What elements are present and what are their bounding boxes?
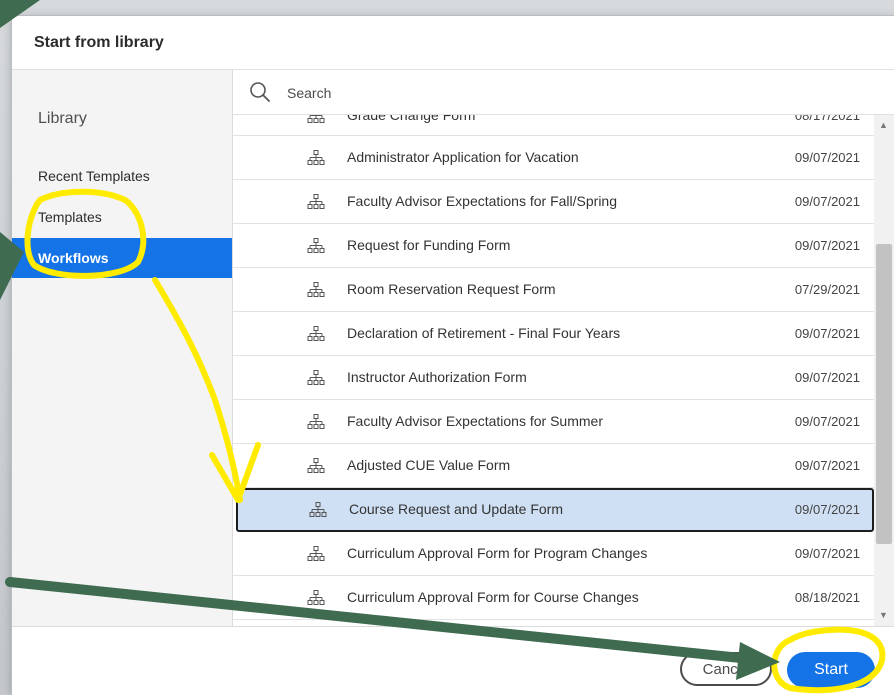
list-item-name: Instructor Authorization Form	[347, 369, 527, 385]
list-item-date: 07/29/2021	[794, 282, 860, 297]
list-item-date: 09/07/2021	[794, 370, 860, 385]
workflow-icon	[307, 114, 325, 123]
list-item-name: Declaration of Retirement - Final Four Y…	[347, 325, 621, 341]
search-bar	[233, 70, 894, 115]
list-item-name: Faculty Advisor Expectations for Fall/Sp…	[347, 193, 618, 209]
sidebar-heading: Library	[38, 110, 87, 127]
list-item-name: Room Reservation Request Form	[347, 281, 556, 297]
list-item[interactable]: Faculty Advisor Expectations for Summer …	[233, 400, 874, 444]
workflow-icon	[307, 150, 325, 165]
list-item-date: 08/17/2021	[794, 114, 860, 123]
search-icon[interactable]	[249, 81, 271, 103]
list-item-selected[interactable]: Course Request and Update Form 09/07/202…	[236, 488, 874, 532]
workflow-icon	[309, 502, 327, 517]
workflow-icon	[307, 194, 325, 209]
list-item-name: Request for Funding Form	[347, 237, 511, 253]
list-item[interactable]: Faculty Advisor Expectations for Fall/Sp…	[233, 180, 874, 224]
list-item[interactable]: Room Reservation Request Form 07/29/2021	[233, 268, 874, 312]
dialog-header: Start from library	[12, 16, 894, 70]
workflow-icon	[307, 458, 325, 473]
workflow-list: Grade Change Form 08/17/2021 Administrat…	[233, 114, 874, 626]
dialog-footer: Cancel Start	[12, 626, 894, 695]
workflow-icon	[307, 326, 325, 341]
workflow-icon	[307, 414, 325, 429]
list-item-date: 08/18/2021	[794, 590, 860, 605]
list-item-date: 09/07/2021	[794, 326, 860, 341]
list-item[interactable]: Curriculum Approval Form for Course Chan…	[233, 576, 874, 620]
library-content: Grade Change Form 08/17/2021 Administrat…	[233, 70, 894, 626]
list-item-date: 09/07/2021	[794, 458, 860, 473]
scroll-thumb[interactable]	[876, 244, 892, 544]
list-scrollbar[interactable]: ▲ ▼	[874, 114, 894, 626]
scroll-down-arrow-icon[interactable]: ▼	[879, 610, 888, 620]
list-item-date: 09/07/2021	[794, 238, 860, 253]
list-item[interactable]: Declaration of Retirement - Final Four Y…	[233, 312, 874, 356]
sidebar-item-workflows[interactable]: Workflows	[12, 238, 232, 278]
dialog-title: Start from library	[34, 34, 164, 51]
list-item[interactable]: Instructor Authorization Form 09/07/2021	[233, 356, 874, 400]
start-from-library-dialog: Start from library Library Recent Templa…	[12, 16, 894, 695]
scroll-up-arrow-icon[interactable]: ▲	[879, 120, 888, 130]
sidebar-item-templates[interactable]: Templates	[12, 197, 232, 237]
list-item-name: Faculty Advisor Expectations for Summer	[347, 413, 603, 429]
start-button[interactable]: Start	[787, 652, 875, 688]
search-input[interactable]	[285, 80, 849, 106]
list-item-name: Curriculum Approval Form for Program Cha…	[347, 545, 648, 561]
workflow-icon	[307, 590, 325, 605]
list-item-name: Curriculum Approval Form for Course Chan…	[347, 589, 639, 605]
list-item[interactable]: Request for Funding Form 09/07/2021	[233, 224, 874, 268]
list-item[interactable]: Grade Change Form 08/17/2021	[233, 114, 874, 136]
workflow-icon	[307, 370, 325, 385]
list-item-date: 09/07/2021	[794, 414, 860, 429]
workflow-icon	[307, 238, 325, 253]
list-item[interactable]: Adjusted CUE Value Form 09/07/2021	[233, 444, 874, 488]
list-item-date: 09/07/2021	[794, 502, 860, 517]
list-item-name: Adjusted CUE Value Form	[347, 457, 511, 473]
list-item-date: 09/07/2021	[794, 546, 860, 561]
cancel-button[interactable]: Cancel	[680, 652, 772, 686]
sidebar-item-recent-templates[interactable]: Recent Templates	[12, 156, 232, 196]
list-item-name: Administrator Application for Vacation	[347, 149, 579, 165]
list-item-date: 09/07/2021	[794, 194, 860, 209]
list-item[interactable]: Curriculum Approval Form for Program Cha…	[233, 532, 874, 576]
workflow-icon	[307, 546, 325, 561]
workflow-icon	[307, 282, 325, 297]
list-item-date: 09/07/2021	[794, 150, 860, 165]
list-item-name: Grade Change Form	[347, 114, 476, 123]
library-sidebar: Library Recent Templates Templates Workf…	[12, 70, 233, 626]
list-item-name: Course Request and Update Form	[349, 501, 563, 517]
list-item[interactable]: Administrator Application for Vacation 0…	[233, 136, 874, 180]
